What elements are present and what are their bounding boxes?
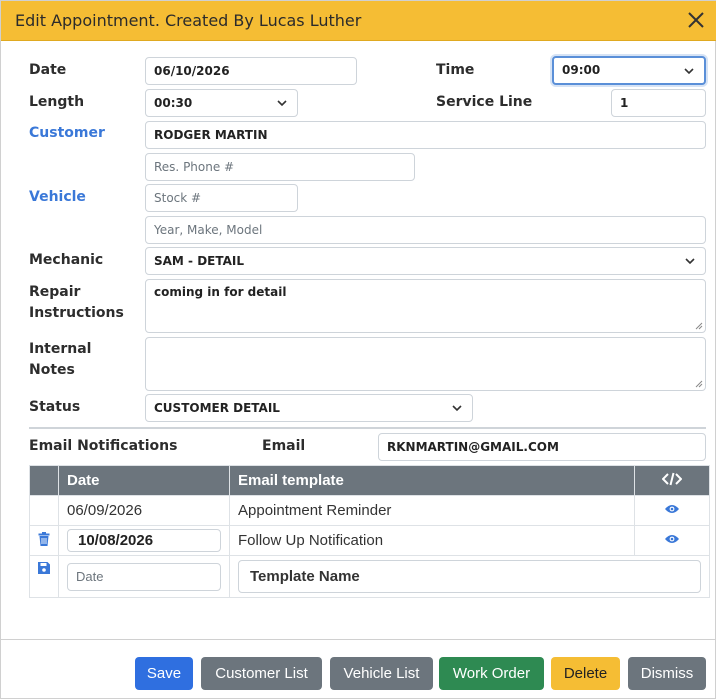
edit-appointment-dialog: Edit Appointment. Created By Lucas Luthe… xyxy=(0,0,716,699)
template-column-header: Email template xyxy=(229,465,635,496)
customer-link[interactable]: Customer xyxy=(29,123,105,144)
table-row: 06/09/2026 Appointment Reminder xyxy=(29,495,710,526)
chevron-down-icon xyxy=(452,405,462,412)
close-icon[interactable] xyxy=(685,9,707,31)
notes-label-line1: Internal xyxy=(29,341,92,357)
eye-icon[interactable] xyxy=(664,503,680,515)
new-template-cell: Template Name xyxy=(229,555,710,598)
save-icon[interactable] xyxy=(38,562,50,574)
customer-list-button[interactable]: Customer List xyxy=(201,657,322,690)
date-input[interactable]: 06/10/2026 xyxy=(145,57,357,85)
mechanic-label: Mechanic xyxy=(29,252,104,268)
dialog-title: Edit Appointment. Created By Lucas Luthe… xyxy=(15,11,362,30)
resize-handle-icon[interactable] xyxy=(695,322,703,330)
repair-label-line1: Repair xyxy=(29,284,81,300)
row-date-input[interactable]: 10/08/2026 xyxy=(67,529,221,552)
delete-button[interactable]: Delete xyxy=(551,657,620,690)
template-name-input[interactable]: Template Name xyxy=(238,560,701,593)
action-column-header xyxy=(29,465,59,496)
status-label: Status xyxy=(29,399,81,415)
row-date-cell: 10/08/2026 xyxy=(58,525,230,556)
save-button[interactable]: Save xyxy=(135,657,193,690)
new-date-cell: Date xyxy=(58,555,230,598)
repair-instructions-label: Repair Instructions xyxy=(29,282,139,324)
repair-label-line2: Instructions xyxy=(29,305,124,321)
vehicle-list-button[interactable]: Vehicle List xyxy=(330,657,433,690)
row-action-cell xyxy=(29,525,59,556)
row-template: Appointment Reminder xyxy=(229,495,635,526)
service-line-label: Service Line xyxy=(436,94,533,110)
chevron-down-icon xyxy=(685,258,695,265)
stock-input[interactable]: Stock # xyxy=(145,184,298,212)
status-select[interactable]: CUSTOMER DETAIL xyxy=(145,394,473,422)
email-notifications-table: Date Email template 06/09/2026 Appointme… xyxy=(29,465,710,598)
chevron-down-icon xyxy=(277,100,287,107)
time-select[interactable]: 09:00 xyxy=(552,56,706,85)
row-preview-cell xyxy=(634,525,710,556)
code-icon xyxy=(661,472,683,485)
res-phone-input[interactable]: Res. Phone # xyxy=(145,153,415,181)
trash-icon[interactable] xyxy=(38,531,50,546)
repair-instructions-textarea[interactable]: coming in for detail xyxy=(145,279,706,333)
row-preview-cell xyxy=(634,495,710,526)
length-label: Length xyxy=(29,94,85,110)
notes-label-line2: Notes xyxy=(29,362,75,378)
customer-name-input[interactable]: RODGER MARTIN xyxy=(145,121,706,149)
eye-icon[interactable] xyxy=(664,533,680,545)
new-date-input[interactable]: Date xyxy=(67,562,221,591)
internal-notes-textarea[interactable] xyxy=(145,337,706,391)
time-label: Time xyxy=(436,62,475,78)
date-column-header: Date xyxy=(58,465,230,496)
mechanic-value: SAM - DETAIL xyxy=(154,254,245,268)
email-notifications-label: Email Notifications xyxy=(29,438,178,454)
table-header-row: Date Email template xyxy=(29,465,710,496)
section-divider xyxy=(29,427,706,429)
row-action-cell xyxy=(29,555,59,598)
vehicle-link[interactable]: Vehicle xyxy=(29,187,86,208)
length-select[interactable]: 00:30 xyxy=(145,89,298,117)
email-label: Email xyxy=(262,438,306,454)
preview-column-header xyxy=(634,465,710,496)
dialog-header: Edit Appointment. Created By Lucas Luthe… xyxy=(1,1,716,41)
row-template: Follow Up Notification xyxy=(229,525,635,556)
row-action-cell xyxy=(29,495,59,526)
mechanic-select[interactable]: SAM - DETAIL xyxy=(145,247,706,275)
status-value: CUSTOMER DETAIL xyxy=(154,401,280,415)
row-date: 06/09/2026 xyxy=(58,495,230,526)
repair-instructions-text: coming in for detail xyxy=(154,285,287,299)
chevron-down-icon xyxy=(684,68,694,75)
table-row: 10/08/2026 Follow Up Notification xyxy=(29,525,710,556)
date-label: Date xyxy=(29,62,67,78)
resize-handle-icon[interactable] xyxy=(695,380,703,388)
footer-divider xyxy=(1,639,716,640)
dismiss-button[interactable]: Dismiss xyxy=(628,657,706,690)
email-input[interactable]: RKNMARTIN@GMAIL.COM xyxy=(378,433,706,461)
new-notification-row: Date Template Name xyxy=(29,555,710,598)
work-order-button[interactable]: Work Order xyxy=(439,657,544,690)
length-value: 00:30 xyxy=(154,96,193,110)
time-value: 09:00 xyxy=(562,63,601,77)
service-line-input[interactable]: 1 xyxy=(611,89,706,117)
year-make-model-input[interactable]: Year, Make, Model xyxy=(145,216,706,244)
internal-notes-label: Internal Notes xyxy=(29,339,139,381)
